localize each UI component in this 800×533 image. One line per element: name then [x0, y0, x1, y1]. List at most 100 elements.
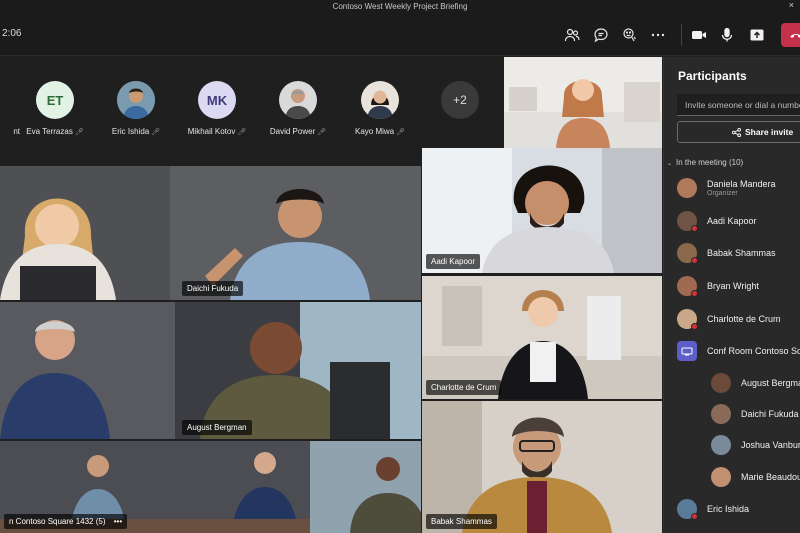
tile-name-label: Aadi Kapoor — [426, 254, 481, 269]
section-label: In the meeting (10) — [676, 158, 744, 167]
leave-call-button[interactable] — [781, 23, 800, 47]
participant-name: Joshua Vanburen — [741, 440, 800, 450]
participant-row[interactable]: Marie Beaudouin — [711, 466, 800, 488]
mic-off-icon: 🎤︎ — [237, 129, 247, 136]
strip-participant[interactable]: David Power 🎤︎ — [258, 81, 338, 136]
participant-row[interactable]: Bryan Wright — [677, 275, 759, 297]
video-tile-august[interactable]: August Bergman — [0, 302, 421, 439]
avatar — [711, 467, 731, 487]
participant-row[interactable]: Aadi Kapoor — [677, 210, 757, 232]
participant-name: August Bergman — [741, 378, 800, 388]
video-tile-daichi[interactable]: Daichi Fukuda — [0, 166, 421, 300]
participant-row[interactable]: Daichi Fukuda — [711, 403, 799, 425]
mic-muted-indicator — [691, 323, 698, 330]
video-tile-charlotte[interactable]: Charlotte de Crum — [422, 276, 662, 399]
mic-muted-indicator — [691, 257, 698, 264]
video-feed — [504, 57, 662, 148]
mic-off-icon: 🎤︎ — [317, 129, 327, 136]
camera-icon[interactable] — [689, 25, 709, 45]
share-invite-button[interactable]: Share invite — [677, 121, 800, 143]
video-tile-self[interactable] — [504, 57, 662, 148]
avatar — [117, 81, 155, 119]
share-screen-icon[interactable] — [747, 25, 767, 45]
participant-name: Babak Shammas — [707, 248, 776, 258]
strip-participant-name: David Power — [269, 127, 316, 136]
video-feed — [0, 166, 421, 300]
participants-panel: Participants Invite someone or dial a nu… — [663, 57, 800, 533]
window-close-icon[interactable]: × — [789, 0, 794, 10]
participant-name: Aadi Kapoor — [707, 216, 757, 226]
mic-muted-indicator — [691, 290, 698, 297]
invite-input[interactable]: Invite someone or dial a number — [677, 94, 800, 116]
participant-row[interactable]: Charlotte de Crum — [677, 308, 781, 330]
people-icon[interactable] — [562, 25, 582, 45]
teams-meeting-window: Contoso West Weekly Project Briefing × 2… — [0, 0, 800, 533]
leave-call-icon — [790, 33, 800, 38]
participant-name: Daniela Mandera — [707, 179, 776, 189]
panel-title: Participants — [678, 69, 747, 83]
participant-row[interactable]: Conf Room Contoso Square — [677, 340, 800, 362]
participant-row[interactable]: August Bergman — [711, 372, 800, 394]
meeting-timer: 2:06 — [2, 28, 22, 39]
tile-name-label: n Contoso Square 1432 (5) ••• — [4, 514, 128, 529]
video-tile-aadi[interactable]: Aadi Kapoor — [422, 148, 662, 273]
avatar — [711, 373, 731, 393]
conference-room-icon — [677, 341, 697, 361]
mic-off-icon: 🎤︎ — [151, 129, 161, 136]
strip-participant[interactable]: MK Mikhail Kotov 🎤︎ — [177, 81, 257, 136]
share-invite-label: Share invite — [745, 127, 794, 137]
avatar — [677, 499, 698, 520]
toolbar-divider — [681, 24, 682, 46]
participant-name: Bryan Wright — [707, 281, 759, 291]
participant-row[interactable]: Joshua Vanburen — [711, 434, 800, 456]
strip-participant[interactable]: ET Eva Terrazas 🎤︎ — [15, 81, 95, 136]
avatar — [361, 81, 399, 119]
participant-row[interactable]: Eric Ishida — [677, 498, 749, 520]
share-icon — [732, 127, 741, 137]
participant-strip: nt ET Eva Terrazas 🎤︎ Eric Ishida 🎤︎ MK Mi… — [0, 57, 503, 149]
avatar — [677, 243, 698, 264]
avatar — [711, 404, 731, 424]
tile-name-label: Daichi Fukuda — [182, 281, 244, 296]
participant-name: Eric Ishida — [707, 504, 750, 514]
more-participants-button[interactable]: +2 — [441, 81, 479, 119]
participant-row[interactable]: Babak Shammas — [677, 242, 776, 264]
strip-participant-name: Kayo Miwa — [354, 127, 395, 136]
strip-participant[interactable]: Eric Ishida 🎤︎ — [96, 81, 176, 136]
avatar: ET — [36, 81, 74, 119]
avatar — [279, 81, 317, 119]
video-tile-babak[interactable]: Babak Shammas — [422, 401, 662, 533]
mic-icon[interactable] — [717, 25, 737, 45]
video-feed — [0, 302, 421, 439]
tile-name-label: Charlotte de Crum — [426, 380, 502, 395]
more-icon[interactable] — [648, 25, 668, 45]
participant-name: Daichi Fukuda — [741, 409, 799, 419]
mic-muted-indicator — [691, 225, 698, 232]
mic-muted-indicator — [691, 513, 698, 520]
participant-name: Conf Room Contoso Square — [707, 346, 800, 356]
avatar — [711, 435, 731, 455]
in-meeting-section[interactable]: ⌄ In the meeting (10) — [667, 158, 743, 167]
title-bar: Contoso West Weekly Project Briefing × — [0, 0, 800, 14]
mic-off-icon: 🎤︎ — [74, 129, 84, 136]
reactions-icon[interactable] — [620, 25, 640, 45]
room-label: n Contoso Square 1432 (5) — [9, 517, 106, 526]
strip-participant-name: Mikhail Kotov — [187, 127, 236, 136]
avatar: MK — [198, 81, 236, 119]
participant-name: Marie Beaudouin — [741, 472, 800, 482]
avatar — [677, 309, 698, 330]
meeting-title: Contoso West Weekly Project Briefing — [332, 2, 468, 11]
strip-participant[interactable]: Kayo Miwa 🎤︎ — [340, 81, 420, 136]
video-tile-conf-room[interactable]: n Contoso Square 1432 (5) ••• — [0, 441, 421, 533]
tile-name-label: Babak Shammas — [426, 514, 497, 529]
chat-icon[interactable] — [591, 25, 611, 45]
mic-off-icon: 🎤︎ — [396, 129, 405, 136]
tile-name-label: August Bergman — [182, 420, 252, 435]
avatar — [677, 211, 698, 232]
strip-participant-name: Eva Terrazas — [26, 127, 73, 136]
participant-role: Organizer — [707, 190, 738, 197]
participant-row[interactable]: Daniela Mandera Organizer — [677, 177, 776, 199]
more-options-icon[interactable]: ••• — [114, 517, 122, 526]
avatar — [677, 276, 698, 297]
avatar — [677, 178, 697, 198]
